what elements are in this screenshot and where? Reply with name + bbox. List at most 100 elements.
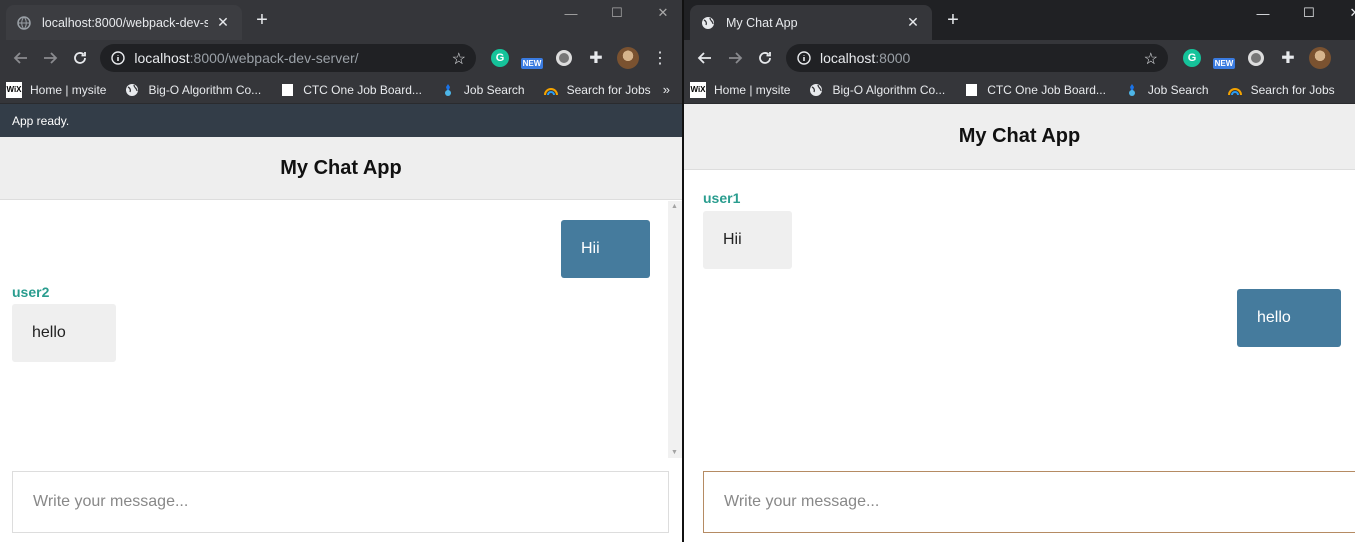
chat-header: My Chat App xyxy=(684,104,1355,170)
bookmark-search-jobs[interactable]: Search for Jobs xyxy=(1227,82,1335,98)
info-icon[interactable] xyxy=(110,50,126,66)
bookmark-big-o[interactable]: Big-O Algorithm Co... xyxy=(808,82,945,98)
extensions-puzzle-icon[interactable]: ✚ xyxy=(580,44,612,72)
extensions-area: G NEW ✚ xyxy=(1176,44,1336,72)
sender-name: user1 xyxy=(703,190,741,206)
new-badge: NEW xyxy=(520,57,544,69)
bookmark-job-search[interactable]: Job Search xyxy=(440,82,525,98)
desktop: localhost:8000/webpack-dev-server/ ✕ + —… xyxy=(0,0,1355,542)
bookmark-home-mysite[interactable]: WiX Home | mysite xyxy=(6,81,107,98)
wix-icon: WiX xyxy=(690,81,706,98)
bookmark-search-jobs[interactable]: Search for Jobs xyxy=(543,82,651,98)
bookmark-big-o[interactable]: Big-O Algorithm Co... xyxy=(124,82,261,98)
dev-server-status: App ready. xyxy=(0,104,682,137)
chat-page: App ready. My Chat App Hii user2 hello ▲… xyxy=(0,104,682,542)
new-tab-button[interactable]: + xyxy=(251,9,273,31)
tab-webpack-dev-server[interactable]: localhost:8000/webpack-dev-server/ ✕ xyxy=(6,5,242,40)
bookmarks-bar: WiX Home | mysite Big-O Algorithm Co... … xyxy=(0,76,682,104)
record-extension[interactable] xyxy=(548,44,580,72)
message-input[interactable] xyxy=(703,471,1355,533)
forward-button[interactable] xyxy=(720,43,750,73)
close-tab-icon[interactable]: ✕ xyxy=(214,14,232,32)
new-extension[interactable]: NEW xyxy=(1208,44,1240,72)
rainbow-icon xyxy=(1227,82,1243,98)
globe-icon xyxy=(700,15,716,31)
address-bar[interactable]: localhost:8000 ☆ xyxy=(786,44,1168,72)
back-button[interactable] xyxy=(6,43,35,73)
extensions-puzzle-icon[interactable]: ✚ xyxy=(1272,44,1304,72)
grammarly-extension[interactable]: G xyxy=(1176,44,1208,72)
wix-icon: WiX xyxy=(6,81,22,98)
tab-my-chat-app[interactable]: My Chat App ✕ xyxy=(690,5,932,40)
bookmark-label: Job Search xyxy=(1147,82,1209,97)
bookmark-label: CTC One Job Board... xyxy=(303,82,422,97)
scroll-up-arrow-icon[interactable]: ▲ xyxy=(671,203,678,210)
globe-icon xyxy=(808,82,824,98)
outgoing-message: hello xyxy=(1237,289,1341,347)
page-title: My Chat App xyxy=(958,125,1081,147)
address-bar[interactable]: localhost:8000/webpack-dev-server/ ☆ xyxy=(100,44,476,72)
back-button[interactable] xyxy=(690,43,720,73)
close-window-button[interactable]: ✕ xyxy=(640,0,682,26)
info-icon[interactable] xyxy=(796,50,812,66)
record-icon xyxy=(1248,50,1264,66)
maximize-button[interactable]: ☐ xyxy=(1286,0,1332,26)
bookmark-label: Big-O Algorithm Co... xyxy=(148,82,262,97)
bookmark-star-icon[interactable]: ☆ xyxy=(452,49,466,69)
globe-icon xyxy=(124,82,140,98)
record-icon xyxy=(556,50,572,66)
page-title: My Chat App xyxy=(280,156,402,179)
bookmarks-bar: WiX Home | mysite Big-O Algorithm Co... … xyxy=(684,76,1355,104)
bookmark-ctc[interactable]: CTC One Job Board... xyxy=(279,82,422,98)
browser-toolbar: localhost:8000 ☆ G NEW ✚ xyxy=(684,40,1355,76)
minimize-button[interactable]: — xyxy=(548,0,594,26)
message-input[interactable] xyxy=(12,471,669,533)
url-path: :8000 xyxy=(875,50,911,66)
minimize-button[interactable]: — xyxy=(1240,0,1286,26)
bookmark-job-search[interactable]: Job Search xyxy=(1124,82,1209,98)
new-tab-button[interactable]: + xyxy=(942,9,964,31)
incoming-message: hello xyxy=(12,304,116,362)
bookmark-home-mysite[interactable]: WiX Home | mysite xyxy=(690,81,790,98)
bookmark-label: Big-O Algorithm Co... xyxy=(832,82,946,97)
profile-button[interactable] xyxy=(612,44,644,72)
job-search-icon xyxy=(1124,82,1140,98)
reload-button[interactable] xyxy=(65,43,94,73)
extensions-area: G NEW ✚ ⋮ xyxy=(484,44,676,72)
page-icon xyxy=(279,82,295,98)
bookmark-ctc[interactable]: CTC One Job Board... xyxy=(963,82,1106,98)
close-window-button[interactable]: ✕ xyxy=(1332,0,1355,26)
bookmark-label: Home | mysite xyxy=(30,82,107,97)
incoming-message: Hii xyxy=(703,211,792,269)
bookmark-label: Search for Jobs xyxy=(1250,82,1335,97)
tab-strip: My Chat App ✕ + — ☐ ✕ xyxy=(684,0,1355,40)
avatar xyxy=(617,47,639,69)
url-host: localhost xyxy=(134,50,190,66)
close-tab-icon[interactable]: ✕ xyxy=(904,14,922,32)
record-extension[interactable] xyxy=(1240,44,1272,72)
new-extension[interactable]: NEW xyxy=(516,44,548,72)
profile-button[interactable] xyxy=(1304,44,1336,72)
window-controls: — ☐ ✕ xyxy=(548,0,682,26)
browser-toolbar: localhost:8000/webpack-dev-server/ ☆ G N… xyxy=(0,40,682,76)
avatar xyxy=(1309,47,1331,69)
bookmark-label: Job Search xyxy=(463,82,525,97)
forward-button[interactable] xyxy=(35,43,64,73)
grammarly-icon: G xyxy=(491,49,509,67)
bookmark-label: Search for Jobs xyxy=(566,82,651,97)
menu-dots-icon[interactable]: ⋮ xyxy=(644,44,676,72)
scroll-down-arrow-icon[interactable]: ▼ xyxy=(671,449,678,456)
bookmark-star-icon[interactable]: ☆ xyxy=(1144,49,1158,69)
sender-name: user2 xyxy=(12,284,50,300)
reload-button[interactable] xyxy=(750,43,780,73)
globe-icon xyxy=(16,15,32,31)
scrollbar[interactable]: ▲ ▼ xyxy=(668,201,682,458)
tab-strip: localhost:8000/webpack-dev-server/ ✕ + —… xyxy=(0,0,682,40)
bookmark-label: CTC One Job Board... xyxy=(987,82,1106,97)
window-controls: — ☐ ✕ xyxy=(1240,0,1355,26)
more-bookmarks-icon[interactable]: » xyxy=(663,82,670,97)
grammarly-extension[interactable]: G xyxy=(484,44,516,72)
maximize-button[interactable]: ☐ xyxy=(594,0,640,26)
page-icon xyxy=(963,82,979,98)
job-search-icon xyxy=(440,82,456,98)
